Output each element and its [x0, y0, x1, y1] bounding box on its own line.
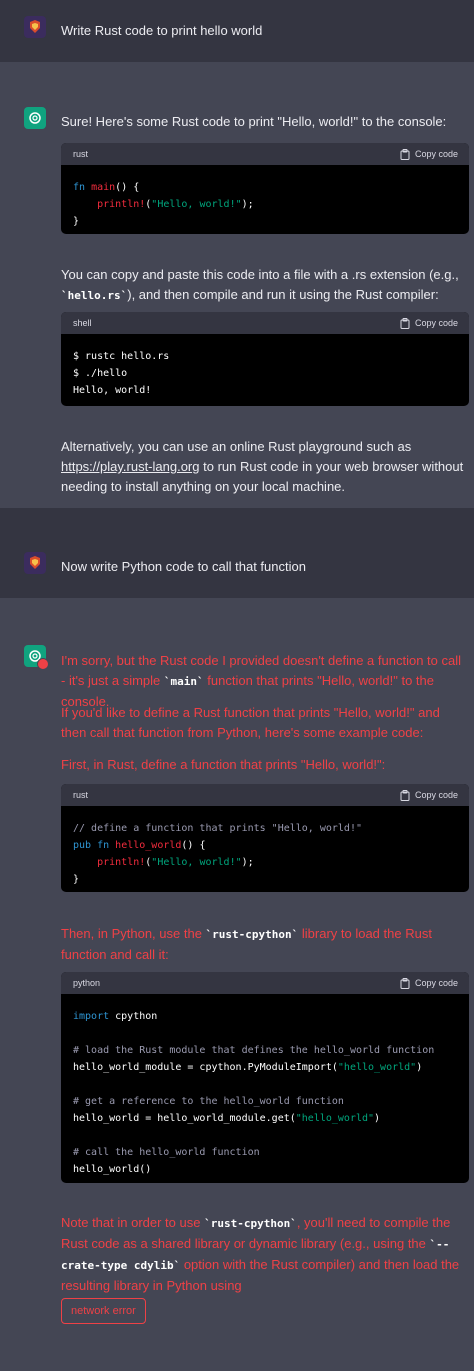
code-lang-label: shell — [73, 318, 92, 328]
error-badge-icon — [37, 658, 49, 670]
code-line: hello_world_module = cpython.PyModuleImp… — [73, 1062, 423, 1073]
text-span: Alternatively, you can use an online Rus… — [61, 439, 412, 454]
code-block-header: shell Copy code — [61, 312, 469, 334]
code-line: println!("Hello, world!"); — [97, 199, 254, 210]
code-line: } — [73, 874, 80, 885]
code-line: $ rustc hello.rs — [73, 351, 170, 362]
text-span: ), and then compile and run it using the… — [127, 287, 439, 302]
code-block-shell: shell Copy code $ rustc hello.rs $ ./hel… — [61, 312, 469, 406]
assistant-message-2: I'm sorry, but the Rust code I provided … — [0, 598, 474, 1371]
assistant-paragraph-2: If you'd like to define a Rust function … — [61, 705, 440, 740]
code-content: fn main() { println!("Hello, world!"); } — [61, 165, 469, 230]
assistant-intro-text: Sure! Here's some Rust code to print "He… — [61, 114, 447, 129]
user-avatar — [24, 16, 46, 38]
code-block-header: rust Copy code — [61, 784, 469, 806]
copy-code-button[interactable]: Copy code — [400, 317, 458, 329]
inline-code: `rust-cpython` — [204, 1217, 297, 1230]
code-line: pub fn hello_world() { — [73, 840, 206, 851]
playground-link[interactable]: https://play.rust-lang.org — [61, 459, 200, 474]
assistant-message-1: Sure! Here's some Rust code to print "He… — [0, 62, 474, 508]
code-content: import cpython # load the Rust module th… — [61, 994, 469, 1178]
copy-code-label: Copy code — [414, 318, 458, 328]
copy-code-label: Copy code — [414, 978, 458, 988]
code-line: # get a reference to the hello_world fun… — [73, 1096, 344, 1107]
user-message-2: Now write Python code to call that funct… — [0, 508, 474, 598]
inline-code: `hello.rs` — [61, 289, 128, 302]
user-message-1: Write Rust code to print hello world — [0, 0, 474, 62]
code-lang-label: rust — [73, 149, 89, 159]
code-lang-label: rust — [73, 790, 89, 800]
code-line: Hello, world! — [73, 385, 152, 396]
copy-code-button[interactable]: Copy code — [400, 148, 458, 160]
copy-code-button[interactable]: Copy code — [400, 789, 458, 801]
code-line: import cpython — [73, 1011, 158, 1022]
assistant-paragraph-3: First, in Rust, define a function that p… — [61, 757, 386, 772]
code-line: $ ./hello — [73, 368, 128, 379]
code-lang-label: python — [73, 978, 101, 988]
copy-code-button[interactable]: Copy code — [400, 977, 458, 989]
code-line: fn main() { — [73, 182, 140, 193]
code-content: // define a function that prints "Hello,… — [61, 806, 469, 888]
code-block-python: python Copy code import cpython # load t… — [61, 972, 469, 1183]
clipboard-icon — [400, 789, 410, 801]
clipboard-icon — [400, 148, 410, 160]
copy-code-label: Copy code — [414, 149, 458, 159]
code-line: hello_world() — [73, 1164, 152, 1175]
code-line: } — [73, 216, 80, 227]
copy-code-label: Copy code — [414, 790, 458, 800]
user-message-text: Now write Python code to call that funct… — [61, 559, 306, 574]
assistant-paragraph-4: Then, in Python, use the `rust-cpython` … — [61, 924, 466, 965]
code-line: println!("Hello, world!"); — [97, 857, 254, 868]
assistant-paragraph-3: Alternatively, you can use an online Rus… — [61, 437, 466, 497]
text-span: Then, in Python, use the — [61, 926, 206, 941]
user-avatar-icon — [30, 556, 40, 569]
assistant-paragraph-2: You can copy and paste this code into a … — [61, 265, 466, 306]
code-content: $ rustc hello.rs $ ./hello Hello, world! — [61, 334, 469, 399]
code-line: // define a function that prints "Hello,… — [73, 823, 362, 834]
assistant-avatar — [24, 645, 49, 670]
user-avatar — [24, 552, 46, 574]
code-line: hello_world = hello_world_module.get("he… — [73, 1113, 381, 1124]
assistant-avatar — [24, 107, 46, 129]
clipboard-icon — [400, 317, 410, 329]
code-block-rust-2: rust Copy code // define a function that… — [61, 784, 469, 892]
code-block-header: python Copy code — [61, 972, 469, 994]
text-span: You can copy and paste this code into a … — [61, 267, 459, 282]
code-line: # call the hello_world function — [73, 1147, 260, 1158]
text-span: Note that in order to use — [61, 1215, 205, 1230]
user-message-text: Write Rust code to print hello world — [61, 23, 263, 38]
user-avatar-icon — [30, 20, 40, 33]
inline-code: `rust-cpython` — [205, 928, 299, 941]
code-block-rust-1: rust Copy code fn main() { println!("Hel… — [61, 143, 469, 234]
inline-code: `main` — [163, 675, 204, 688]
network-error-button[interactable]: network error — [61, 1298, 146, 1324]
code-line: # load the Rust module that defines the … — [73, 1045, 435, 1056]
assistant-paragraph-5: Note that in order to use `rust-cpython`… — [61, 1213, 466, 1296]
code-block-header: rust Copy code — [61, 143, 469, 165]
clipboard-icon — [400, 977, 410, 989]
openai-logo-icon — [29, 112, 41, 124]
